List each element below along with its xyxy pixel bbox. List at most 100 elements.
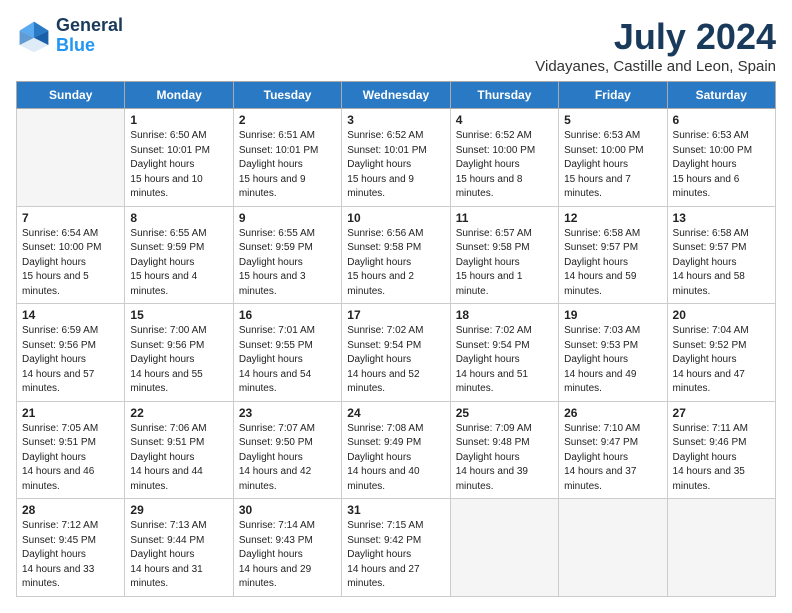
calendar-day-cell: 20 Sunrise: 7:04 AM Sunset: 9:52 PM Dayl… bbox=[667, 304, 775, 402]
calendar-week-row: 21 Sunrise: 7:05 AM Sunset: 9:51 PM Dayl… bbox=[17, 401, 776, 499]
day-info: Sunrise: 6:53 AM Sunset: 10:00 PM Daylig… bbox=[564, 129, 661, 202]
day-number: 15 bbox=[130, 308, 227, 322]
day-number: 7 bbox=[22, 211, 119, 225]
day-number: 21 bbox=[22, 406, 119, 420]
day-number: 3 bbox=[347, 113, 444, 127]
calendar-day-cell: 6 Sunrise: 6:53 AM Sunset: 10:00 PM Dayl… bbox=[667, 109, 775, 207]
day-number: 30 bbox=[239, 503, 336, 517]
calendar-day-cell: 26 Sunrise: 7:10 AM Sunset: 9:47 PM Dayl… bbox=[559, 401, 667, 499]
calendar-day-cell bbox=[450, 499, 558, 597]
calendar-day-cell bbox=[17, 109, 125, 207]
calendar-day-cell: 11 Sunrise: 6:57 AM Sunset: 9:58 PM Dayl… bbox=[450, 206, 558, 304]
calendar-day-cell bbox=[667, 499, 775, 597]
day-number: 4 bbox=[456, 113, 553, 127]
day-info: Sunrise: 6:52 AM Sunset: 10:00 PM Daylig… bbox=[456, 129, 553, 202]
day-info: Sunrise: 7:06 AM Sunset: 9:51 PM Dayligh… bbox=[130, 422, 227, 495]
calendar-day-cell: 13 Sunrise: 6:58 AM Sunset: 9:57 PM Dayl… bbox=[667, 206, 775, 304]
calendar-week-row: 28 Sunrise: 7:12 AM Sunset: 9:45 PM Dayl… bbox=[17, 499, 776, 597]
logo: GeneralBlue bbox=[16, 16, 123, 56]
day-info: Sunrise: 6:52 AM Sunset: 10:01 PM Daylig… bbox=[347, 129, 444, 202]
day-number: 26 bbox=[564, 406, 661, 420]
day-info: Sunrise: 7:02 AM Sunset: 9:54 PM Dayligh… bbox=[456, 324, 553, 397]
weekday-header-row: SundayMondayTuesdayWednesdayThursdayFrid… bbox=[17, 82, 776, 109]
calendar-day-cell: 8 Sunrise: 6:55 AM Sunset: 9:59 PM Dayli… bbox=[125, 206, 233, 304]
weekday-header-tuesday: Tuesday bbox=[233, 82, 341, 109]
day-number: 10 bbox=[347, 211, 444, 225]
calendar-day-cell: 27 Sunrise: 7:11 AM Sunset: 9:46 PM Dayl… bbox=[667, 401, 775, 499]
calendar-day-cell bbox=[559, 499, 667, 597]
day-info: Sunrise: 7:09 AM Sunset: 9:48 PM Dayligh… bbox=[456, 422, 553, 495]
day-info: Sunrise: 7:04 AM Sunset: 9:52 PM Dayligh… bbox=[673, 324, 770, 397]
day-number: 16 bbox=[239, 308, 336, 322]
day-number: 17 bbox=[347, 308, 444, 322]
calendar-week-row: 14 Sunrise: 6:59 AM Sunset: 9:56 PM Dayl… bbox=[17, 304, 776, 402]
calendar-table: SundayMondayTuesdayWednesdayThursdayFrid… bbox=[16, 81, 776, 597]
day-info: Sunrise: 6:55 AM Sunset: 9:59 PM Dayligh… bbox=[130, 227, 227, 300]
calendar-day-cell: 31 Sunrise: 7:15 AM Sunset: 9:42 PM Dayl… bbox=[342, 499, 450, 597]
day-number: 9 bbox=[239, 211, 336, 225]
calendar-day-cell: 15 Sunrise: 7:00 AM Sunset: 9:56 PM Dayl… bbox=[125, 304, 233, 402]
logo-icon bbox=[16, 18, 52, 54]
day-number: 19 bbox=[564, 308, 661, 322]
day-info: Sunrise: 6:56 AM Sunset: 9:58 PM Dayligh… bbox=[347, 227, 444, 300]
day-number: 6 bbox=[673, 113, 770, 127]
page-header: GeneralBlue July 2024 Vidayanes, Castill… bbox=[16, 16, 776, 75]
calendar-day-cell: 28 Sunrise: 7:12 AM Sunset: 9:45 PM Dayl… bbox=[17, 499, 125, 597]
calendar-day-cell: 16 Sunrise: 7:01 AM Sunset: 9:55 PM Dayl… bbox=[233, 304, 341, 402]
calendar-day-cell: 3 Sunrise: 6:52 AM Sunset: 10:01 PM Dayl… bbox=[342, 109, 450, 207]
weekday-header-wednesday: Wednesday bbox=[342, 82, 450, 109]
day-number: 2 bbox=[239, 113, 336, 127]
day-info: Sunrise: 7:15 AM Sunset: 9:42 PM Dayligh… bbox=[347, 519, 444, 592]
calendar-day-cell: 14 Sunrise: 6:59 AM Sunset: 9:56 PM Dayl… bbox=[17, 304, 125, 402]
calendar-week-row: 7 Sunrise: 6:54 AM Sunset: 10:00 PM Dayl… bbox=[17, 206, 776, 304]
day-info: Sunrise: 6:59 AM Sunset: 9:56 PM Dayligh… bbox=[22, 324, 119, 397]
day-info: Sunrise: 6:58 AM Sunset: 9:57 PM Dayligh… bbox=[673, 227, 770, 300]
title-block: July 2024 Vidayanes, Castille and Leon, … bbox=[535, 16, 776, 75]
day-info: Sunrise: 6:54 AM Sunset: 10:00 PM Daylig… bbox=[22, 227, 119, 300]
calendar-day-cell: 29 Sunrise: 7:13 AM Sunset: 9:44 PM Dayl… bbox=[125, 499, 233, 597]
calendar-day-cell: 19 Sunrise: 7:03 AM Sunset: 9:53 PM Dayl… bbox=[559, 304, 667, 402]
location-title: Vidayanes, Castille and Leon, Spain bbox=[535, 58, 776, 75]
calendar-day-cell: 22 Sunrise: 7:06 AM Sunset: 9:51 PM Dayl… bbox=[125, 401, 233, 499]
day-info: Sunrise: 6:58 AM Sunset: 9:57 PM Dayligh… bbox=[564, 227, 661, 300]
day-info: Sunrise: 7:08 AM Sunset: 9:49 PM Dayligh… bbox=[347, 422, 444, 495]
calendar-day-cell: 1 Sunrise: 6:50 AM Sunset: 10:01 PM Dayl… bbox=[125, 109, 233, 207]
calendar-day-cell: 12 Sunrise: 6:58 AM Sunset: 9:57 PM Dayl… bbox=[559, 206, 667, 304]
day-number: 5 bbox=[564, 113, 661, 127]
calendar-day-cell: 23 Sunrise: 7:07 AM Sunset: 9:50 PM Dayl… bbox=[233, 401, 341, 499]
calendar-day-cell: 9 Sunrise: 6:55 AM Sunset: 9:59 PM Dayli… bbox=[233, 206, 341, 304]
calendar-week-row: 1 Sunrise: 6:50 AM Sunset: 10:01 PM Dayl… bbox=[17, 109, 776, 207]
calendar-day-cell: 24 Sunrise: 7:08 AM Sunset: 9:49 PM Dayl… bbox=[342, 401, 450, 499]
day-number: 27 bbox=[673, 406, 770, 420]
weekday-header-friday: Friday bbox=[559, 82, 667, 109]
calendar-day-cell: 4 Sunrise: 6:52 AM Sunset: 10:00 PM Dayl… bbox=[450, 109, 558, 207]
calendar-day-cell: 2 Sunrise: 6:51 AM Sunset: 10:01 PM Dayl… bbox=[233, 109, 341, 207]
calendar-day-cell: 5 Sunrise: 6:53 AM Sunset: 10:00 PM Dayl… bbox=[559, 109, 667, 207]
day-number: 24 bbox=[347, 406, 444, 420]
day-info: Sunrise: 7:12 AM Sunset: 9:45 PM Dayligh… bbox=[22, 519, 119, 592]
day-info: Sunrise: 7:14 AM Sunset: 9:43 PM Dayligh… bbox=[239, 519, 336, 592]
day-number: 11 bbox=[456, 211, 553, 225]
day-number: 12 bbox=[564, 211, 661, 225]
calendar-day-cell: 25 Sunrise: 7:09 AM Sunset: 9:48 PM Dayl… bbox=[450, 401, 558, 499]
day-info: Sunrise: 6:55 AM Sunset: 9:59 PM Dayligh… bbox=[239, 227, 336, 300]
calendar-day-cell: 21 Sunrise: 7:05 AM Sunset: 9:51 PM Dayl… bbox=[17, 401, 125, 499]
day-number: 25 bbox=[456, 406, 553, 420]
day-number: 31 bbox=[347, 503, 444, 517]
day-number: 20 bbox=[673, 308, 770, 322]
day-info: Sunrise: 6:51 AM Sunset: 10:01 PM Daylig… bbox=[239, 129, 336, 202]
day-info: Sunrise: 7:03 AM Sunset: 9:53 PM Dayligh… bbox=[564, 324, 661, 397]
month-title: July 2024 bbox=[535, 16, 776, 58]
day-number: 23 bbox=[239, 406, 336, 420]
day-info: Sunrise: 7:05 AM Sunset: 9:51 PM Dayligh… bbox=[22, 422, 119, 495]
day-number: 29 bbox=[130, 503, 227, 517]
day-info: Sunrise: 7:11 AM Sunset: 9:46 PM Dayligh… bbox=[673, 422, 770, 495]
weekday-header-saturday: Saturday bbox=[667, 82, 775, 109]
day-info: Sunrise: 6:57 AM Sunset: 9:58 PM Dayligh… bbox=[456, 227, 553, 300]
day-number: 18 bbox=[456, 308, 553, 322]
day-number: 14 bbox=[22, 308, 119, 322]
day-info: Sunrise: 7:10 AM Sunset: 9:47 PM Dayligh… bbox=[564, 422, 661, 495]
weekday-header-thursday: Thursday bbox=[450, 82, 558, 109]
calendar-day-cell: 17 Sunrise: 7:02 AM Sunset: 9:54 PM Dayl… bbox=[342, 304, 450, 402]
day-info: Sunrise: 7:00 AM Sunset: 9:56 PM Dayligh… bbox=[130, 324, 227, 397]
